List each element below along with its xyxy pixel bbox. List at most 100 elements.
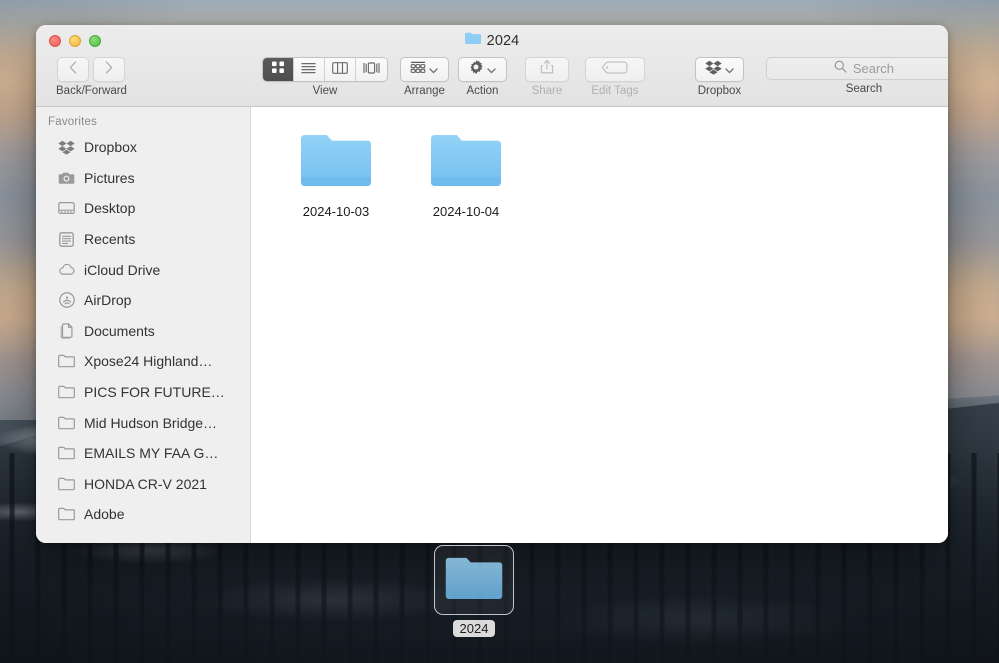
view-caption: View <box>312 85 338 97</box>
arrange-grid-icon <box>410 61 426 79</box>
action-group: Action <box>457 57 507 97</box>
chevron-left-icon <box>69 60 77 79</box>
sidebar-item-airdrop[interactable]: AirDrop <box>36 285 250 316</box>
folder-icon <box>58 384 75 401</box>
chevron-right-icon <box>105 60 113 79</box>
toolbar: Back/Forward View Arrange Action Share E… <box>36 57 948 106</box>
folder-icon <box>443 553 505 608</box>
sidebar-item-honda-crv-2021[interactable]: HONDA CR-V 2021 <box>36 469 250 500</box>
sidebar-item-label: Recents <box>84 231 136 248</box>
sidebar[interactable]: Favorites Dropbox Pictures Desktop Recen… <box>36 107 251 543</box>
columns-icon <box>332 61 348 79</box>
column-view-button[interactable] <box>324 58 356 81</box>
sidebar-item-adobe[interactable]: Adobe <box>36 499 250 530</box>
window-body: Favorites Dropbox Pictures Desktop Recen… <box>36 107 948 543</box>
drag-ghost-box <box>434 545 514 615</box>
action-button[interactable] <box>457 57 507 82</box>
drag-ghost[interactable]: 2024 <box>434 545 514 637</box>
arrange-caption: Arrange <box>403 85 445 97</box>
dropbox-icon <box>705 60 722 80</box>
file-grid[interactable]: 2024-10-03 2024-10-04 <box>251 107 948 543</box>
view-group: View <box>261 57 388 97</box>
folder-icon <box>58 445 75 462</box>
camera-icon <box>58 169 75 186</box>
file-name: 2024-10-04 <box>432 204 500 219</box>
documents-icon <box>58 322 75 339</box>
sidebar-item-label: PICS FOR FUTURE… <box>84 384 225 401</box>
action-caption: Action <box>466 85 499 97</box>
sidebar-section-favorites: Favorites <box>48 116 98 128</box>
sidebar-item-pics-for-future[interactable]: PICS FOR FUTURE… <box>36 377 250 408</box>
sidebar-item-label: Mid Hudson Bridge… <box>84 414 218 431</box>
forward-button[interactable] <box>93 57 126 82</box>
sidebar-item-label: Xpose24 Highland… <box>84 353 213 370</box>
gallery-icon <box>363 61 380 79</box>
view-segmented-control[interactable] <box>261 57 388 82</box>
sidebar-item-label: Desktop <box>84 200 136 217</box>
search-group: Search Search <box>765 57 948 95</box>
chevron-down-icon <box>487 61 497 79</box>
list-icon <box>301 61 317 79</box>
sidebar-item-label: Adobe <box>84 506 125 523</box>
chevron-down-icon <box>429 61 439 79</box>
sidebar-item-icloud-drive[interactable]: iCloud Drive <box>36 254 250 285</box>
airdrop-icon <box>58 292 75 309</box>
sidebar-item-label: EMAILS MY FAA G… <box>84 445 219 462</box>
sidebar-item-emails-my-faa[interactable]: EMAILS MY FAA G… <box>36 438 250 469</box>
recents-icon <box>58 231 75 248</box>
cloud-icon <box>58 261 75 278</box>
desktop-icon <box>58 200 75 217</box>
sidebar-item-label: Documents <box>84 322 155 339</box>
window-titlebar[interactable]: 2024 Back/Forward View Arrange Action Sh… <box>36 25 948 107</box>
list-view-button[interactable] <box>293 58 325 81</box>
dropbox-group: Dropbox <box>694 57 744 97</box>
dropbox-button[interactable] <box>694 57 744 82</box>
dropbox-icon <box>58 139 75 156</box>
file-item[interactable]: 2024-10-04 <box>401 125 531 231</box>
search-placeholder: Search <box>852 61 895 76</box>
sidebar-item-xpose24-highland[interactable]: Xpose24 Highland… <box>36 346 250 377</box>
icon-view-button[interactable] <box>262 58 294 81</box>
share-icon <box>540 59 554 80</box>
sidebar-item-documents[interactable]: Documents <box>36 316 250 347</box>
folder-icon <box>58 506 75 523</box>
sidebar-item-label: AirDrop <box>84 292 132 309</box>
sidebar-item-label: Dropbox <box>84 139 137 156</box>
grid-icon <box>271 60 285 79</box>
edit-tags-button[interactable] <box>584 57 645 82</box>
edit-tags-caption: Edit Tags <box>591 85 639 97</box>
sidebar-item-dropbox[interactable]: Dropbox <box>36 132 250 163</box>
sidebar-item-label: Pictures <box>84 169 135 186</box>
file-name: 2024-10-03 <box>302 204 370 219</box>
sidebar-item-desktop[interactable]: Desktop <box>36 193 250 224</box>
folder-icon <box>298 129 374 196</box>
sidebar-item-pictures[interactable]: Pictures <box>36 163 250 194</box>
back-button[interactable] <box>57 57 90 82</box>
arrange-group: Arrange <box>399 57 449 97</box>
edit-tags-group: Edit Tags <box>584 57 645 97</box>
sidebar-item-mid-hudson-bridge[interactable]: Mid Hudson Bridge… <box>36 407 250 438</box>
sidebar-item-label: HONDA CR-V 2021 <box>84 475 207 492</box>
tag-icon <box>602 60 628 79</box>
finder-window[interactable]: 2024 Back/Forward View Arrange Action Sh… <box>36 25 948 543</box>
search-input[interactable]: Search <box>765 57 948 80</box>
folder-icon <box>58 353 75 370</box>
share-button[interactable] <box>524 57 569 82</box>
nav-caption: Back/Forward <box>56 85 127 97</box>
chevron-down-icon <box>725 61 734 79</box>
folder-icon <box>58 475 75 492</box>
window-title: 2024 <box>36 32 948 49</box>
search-icon <box>834 60 847 78</box>
gallery-view-button[interactable] <box>355 58 387 81</box>
sidebar-item-label: iCloud Drive <box>84 261 161 278</box>
window-title-text: 2024 <box>486 32 520 49</box>
desktop: 2024 Back/Forward View Arrange Action Sh… <box>0 0 999 663</box>
gear-icon <box>468 59 484 80</box>
dropbox-caption: Dropbox <box>697 85 742 97</box>
arrange-button[interactable] <box>399 57 449 82</box>
share-group: Share <box>524 57 569 97</box>
folder-icon <box>428 129 504 196</box>
folder-icon <box>58 414 75 431</box>
sidebar-item-recents[interactable]: Recents <box>36 224 250 255</box>
file-item[interactable]: 2024-10-03 <box>271 125 401 231</box>
